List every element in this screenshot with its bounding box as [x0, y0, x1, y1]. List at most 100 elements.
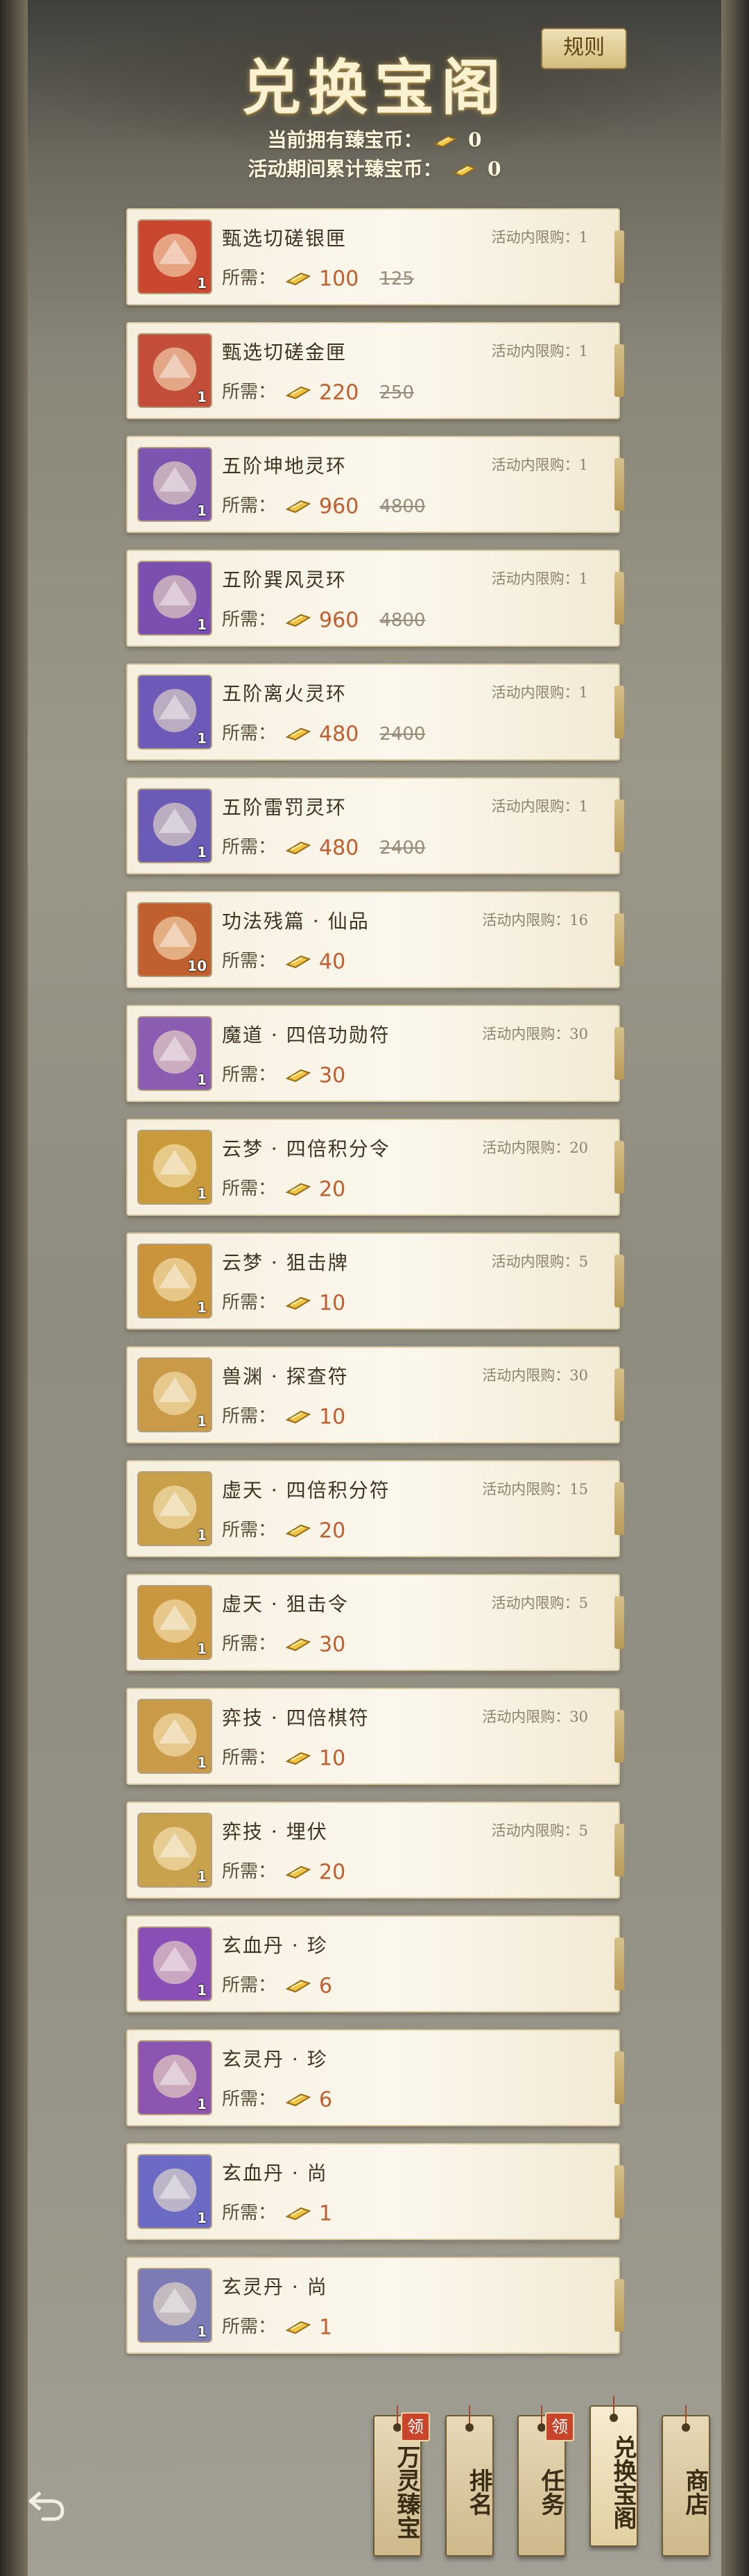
- card-edge-decoration: [614, 1255, 624, 1307]
- purchase-limit: 活动内限购：5: [491, 1595, 588, 1611]
- accumulated-coins-line: 活动期间累计臻宝币： 0: [0, 154, 749, 182]
- treasure-coin-icon: [285, 386, 311, 400]
- ambush-crystal-icon[interactable]: 1: [137, 1813, 212, 1888]
- item-name: 玄血丹 · 尚: [222, 2162, 328, 2185]
- need-label: 所需：: [222, 723, 277, 744]
- exchange-item-card[interactable]: 1 五阶雷罚灵环 活动内限购：1 所需： 480 2400: [126, 777, 624, 874]
- item-name: 弈技 · 四倍棋符: [222, 1706, 370, 1729]
- xuanxue-orb-icon[interactable]: 1: [137, 2154, 212, 2229]
- exchange-item-card[interactable]: 1 魔道 · 四倍功勋符 活动内限购：30 所需： 30: [126, 1005, 624, 1102]
- exchange-item-card[interactable]: 1 甄选切磋银匣 活动内限购：1 所需： 100 125: [126, 208, 624, 305]
- price-row: 所需： 480 2400: [222, 833, 425, 861]
- exchange-item-card[interactable]: 1 云梦 · 狙击牌 活动内限购：5 所需： 10: [126, 1232, 624, 1330]
- need-label: 所需：: [222, 1747, 277, 1768]
- xuanling-orb-icon[interactable]: 1: [137, 2268, 212, 2343]
- need-label: 所需：: [222, 382, 277, 402]
- treasure-coin-icon: [285, 272, 311, 286]
- exchange-item-card[interactable]: 1 玄血丹 · 尚所需： 1: [126, 2143, 624, 2240]
- exchange-item-card[interactable]: 1 玄灵丹 · 珍所需： 6: [126, 2029, 624, 2126]
- price-row: 所需： 30: [222, 1629, 345, 1657]
- scroll-book-icon[interactable]: 10: [137, 902, 212, 977]
- exchange-item-card[interactable]: 1 云梦 · 四倍积分令 活动内限购：20 所需： 20: [126, 1119, 624, 1216]
- wind-ring-icon[interactable]: 1: [137, 561, 212, 636]
- treasure-coin-icon: [285, 841, 311, 855]
- item-quantity: 1: [197, 1754, 207, 1771]
- exchange-item-card[interactable]: 1 兽渊 · 探查符 活动内限购：30 所需： 10: [126, 1346, 624, 1443]
- need-label: 所需：: [222, 1406, 277, 1427]
- nav-tab-ranking[interactable]: 排名: [445, 2405, 494, 2557]
- thunder-ring-icon[interactable]: 1: [137, 788, 212, 863]
- exchange-item-card[interactable]: 1 五阶坤地灵环 活动内限购：1 所需： 960 4800: [126, 436, 624, 533]
- item-quantity: 1: [197, 1982, 207, 1999]
- exchange-item-card[interactable]: 1 甄选切磋金匣 活动内限购：1 所需： 220 250: [126, 322, 624, 419]
- exchange-item-card[interactable]: 1 玄血丹 · 珍所需： 6: [126, 1915, 624, 2012]
- item-quantity: 1: [197, 1641, 207, 1657]
- item-name: 云梦 · 四倍积分令: [222, 1137, 390, 1160]
- probe-talisman-icon[interactable]: 1: [137, 1357, 212, 1432]
- nav-tab-tasks[interactable]: 任务 领: [517, 2405, 574, 2557]
- xuanxue-pill-box-icon[interactable]: 1: [137, 1926, 212, 2001]
- exchange-item-card[interactable]: 1 弈技 · 埋伏 活动内限购：5 所需： 20: [126, 1802, 624, 1899]
- need-label: 所需：: [222, 1065, 277, 1085]
- silver-chest-icon[interactable]: 1: [137, 219, 212, 294]
- item-quantity: 1: [197, 1868, 207, 1885]
- snipe-plate-icon[interactable]: 1: [137, 1244, 212, 1319]
- snipe-order-icon[interactable]: 1: [137, 1585, 212, 1660]
- price-row: 所需： 20: [222, 1516, 345, 1543]
- price-row: 所需： 1: [222, 2312, 332, 2340]
- bottom-nav: 万灵臻宝 领 排名 任务 领 兑换宝阁 商店: [373, 2396, 720, 2572]
- item-quantity: 1: [197, 1185, 207, 1202]
- earth-ring-icon[interactable]: 1: [137, 447, 212, 522]
- nav-tab-exchange-pavilion[interactable]: 兑换宝阁: [589, 2396, 638, 2547]
- item-quantity: 1: [197, 502, 207, 519]
- original-price: 2400: [379, 838, 426, 858]
- item-name: 甄选切磋金匣: [222, 341, 347, 364]
- exchange-item-card[interactable]: 10 功法残篇 · 仙品 活动内限购：16 所需： 40: [126, 891, 624, 988]
- exchange-item-card[interactable]: 1 虚天 · 四倍积分符 活动内限购：15 所需： 20: [126, 1460, 624, 1557]
- purchase-limit: 活动内限购：1: [491, 570, 588, 587]
- item-price: 30: [319, 1063, 346, 1088]
- fan-token-icon[interactable]: 1: [137, 1130, 212, 1205]
- purchase-limit: 活动内限购：1: [491, 343, 588, 359]
- item-quantity: 1: [197, 1299, 207, 1316]
- item-quantity: 1: [197, 844, 207, 861]
- left-frame-decoration: [0, 0, 28, 2576]
- need-label: 所需：: [222, 1178, 277, 1199]
- purchase-limit: 活动内限购：30: [482, 1026, 588, 1042]
- purchase-limit: 活动内限购：5: [491, 1822, 588, 1839]
- xuanling-pill-box-icon[interactable]: 1: [137, 2040, 212, 2115]
- exchange-item-card[interactable]: 1 弈技 · 四倍棋符 活动内限购：30 所需： 10: [126, 1688, 624, 1785]
- nav-tab-shop[interactable]: 商店: [662, 2405, 710, 2557]
- item-price: 20: [319, 1177, 346, 1202]
- treasure-coin-icon: [285, 500, 311, 514]
- need-label: 所需：: [222, 2316, 277, 2337]
- treasure-coin-icon: [453, 164, 477, 176]
- item-price: 100: [319, 266, 359, 291]
- chess-talisman-icon[interactable]: 1: [137, 1699, 212, 1774]
- item-price: 20: [319, 1860, 346, 1885]
- item-name: 玄血丹 · 珍: [222, 1934, 328, 1957]
- card-edge-decoration: [614, 572, 624, 625]
- need-label: 所需：: [222, 268, 277, 289]
- exchange-item-card[interactable]: 1 五阶巽风灵环 活动内限购：1 所需： 960 4800: [126, 550, 624, 647]
- gold-chest-icon[interactable]: 1: [137, 333, 212, 408]
- rules-button[interactable]: 规则: [541, 28, 627, 69]
- original-price: 125: [379, 269, 414, 289]
- item-price: 1: [319, 2201, 333, 2226]
- item-price: 1: [319, 2315, 333, 2340]
- purchase-limit: 活动内限购：20: [482, 1139, 588, 1156]
- price-row: 所需： 10: [222, 1743, 345, 1771]
- back-arrow-icon[interactable]: [26, 2487, 68, 2523]
- bag-talisman-icon[interactable]: 1: [137, 1471, 212, 1546]
- item-name: 五阶雷罚灵环: [222, 796, 347, 819]
- price-row: 所需： 1: [222, 2198, 332, 2226]
- nav-tab-wanling-treasure[interactable]: 万灵臻宝 领: [373, 2405, 430, 2557]
- exchange-item-card[interactable]: 1 虚天 · 狙击令 活动内限购：5 所需： 30: [126, 1574, 624, 1671]
- fire-ring-icon[interactable]: 1: [137, 675, 212, 749]
- talisman-icon[interactable]: 1: [137, 1016, 212, 1091]
- exchange-item-card[interactable]: 1 玄灵丹 · 尚所需： 1: [126, 2257, 624, 2354]
- item-price: 10: [319, 1746, 346, 1771]
- price-row: 所需： 10: [222, 1402, 345, 1430]
- exchange-item-card[interactable]: 1 五阶离火灵环 活动内限购：1 所需： 480 2400: [126, 663, 624, 761]
- card-edge-decoration: [614, 2165, 624, 2218]
